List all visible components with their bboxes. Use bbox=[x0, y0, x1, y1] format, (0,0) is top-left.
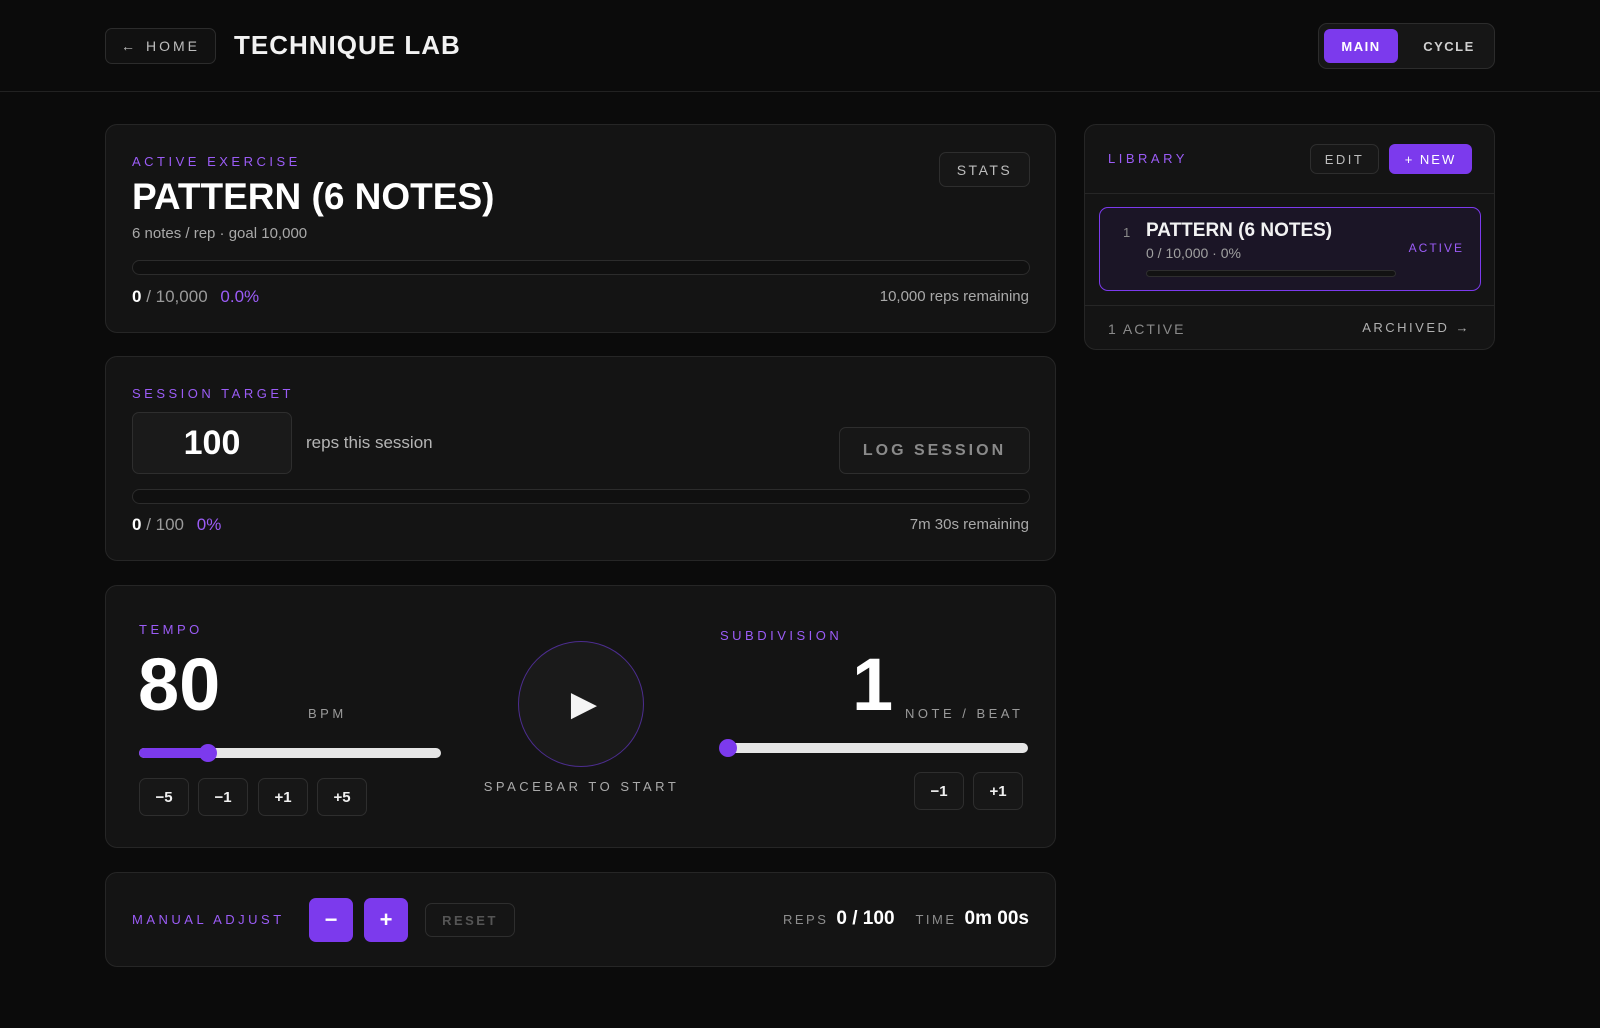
subdivision-slider[interactable] bbox=[719, 739, 1028, 757]
time-value: 0m 00s bbox=[964, 908, 1029, 929]
library-item-detail: 0 / 10,000 · 0% bbox=[1146, 245, 1241, 261]
time-label: TIME bbox=[915, 912, 957, 927]
metronome-card: TEMPO 80 BPM −5 −1 +1 +5 ▶ SPACEBAR TO S… bbox=[105, 585, 1056, 848]
session-target-input[interactable]: 100 bbox=[132, 412, 292, 474]
tempo-unit: BPM bbox=[308, 706, 347, 721]
session-remaining: 7m 30s remaining bbox=[909, 516, 1029, 533]
session-percent: 0% bbox=[196, 515, 222, 534]
library-item-name: PATTERN (6 NOTES) bbox=[1146, 220, 1333, 241]
tempo-minus-5-button[interactable]: −5 bbox=[139, 778, 189, 816]
log-session-button[interactable]: LOG SESSION bbox=[839, 427, 1030, 474]
stats-button[interactable]: STATS bbox=[939, 152, 1030, 187]
play-hint: SPACEBAR TO START bbox=[483, 779, 680, 794]
tempo-slider-fill bbox=[139, 748, 209, 758]
subdivision-minus-1-button[interactable]: −1 bbox=[914, 772, 964, 810]
exercise-remaining: 10,000 reps remaining bbox=[879, 288, 1029, 305]
active-exercise-label: ACTIVE EXERCISE bbox=[132, 154, 301, 169]
archived-link[interactable]: ARCHIVED → bbox=[1362, 320, 1471, 335]
library-edit-button[interactable]: EDIT bbox=[1310, 144, 1379, 174]
tempo-slider[interactable] bbox=[139, 744, 441, 762]
time-readout: TIME 0m 00s bbox=[915, 908, 1029, 930]
session-target-label: SESSION TARGET bbox=[132, 386, 294, 401]
library-label: LIBRARY bbox=[1108, 151, 1188, 166]
library-item-status-badge: ACTIVE bbox=[1408, 241, 1464, 255]
tempo-label: TEMPO bbox=[139, 622, 203, 637]
top-bar: ← HOME TECHNIQUE LAB MAIN CYCLE bbox=[0, 0, 1600, 92]
exercise-count-value: 0 bbox=[132, 287, 142, 306]
home-button[interactable]: ← HOME bbox=[105, 28, 216, 64]
mode-cycle-button[interactable]: CYCLE bbox=[1407, 29, 1491, 63]
play-button[interactable]: ▶ bbox=[518, 641, 644, 767]
library-divider-top bbox=[1085, 193, 1494, 194]
library-item-index: 1 bbox=[1123, 225, 1131, 240]
exercise-count: 0 / 10,000 0.0% bbox=[132, 287, 259, 307]
reset-button[interactable]: RESET bbox=[425, 903, 515, 937]
subdivision-value: 1 bbox=[852, 643, 894, 726]
subdivision-slider-handle[interactable] bbox=[719, 739, 737, 757]
tempo-plus-1-button[interactable]: +1 bbox=[258, 778, 308, 816]
library-divider-bottom bbox=[1085, 305, 1494, 306]
library-item[interactable]: 1 PATTERN (6 NOTES) 0 / 10,000 · 0% ACTI… bbox=[1099, 207, 1481, 291]
home-button-label: HOME bbox=[146, 38, 200, 54]
session-target-suffix: reps this session bbox=[306, 433, 433, 452]
tempo-slider-handle[interactable] bbox=[199, 744, 218, 762]
reps-label: REPS bbox=[783, 912, 829, 927]
manual-adjust-card: MANUAL ADJUST − + RESET REPS 0 / 100 TIM… bbox=[105, 872, 1056, 967]
active-exercise-card: ACTIVE EXERCISE STATS PATTERN (6 NOTES) … bbox=[105, 124, 1056, 333]
exercise-progress-bar bbox=[132, 260, 1030, 275]
library-item-progress-bar bbox=[1146, 270, 1396, 277]
session-progress-bar bbox=[132, 489, 1030, 504]
reps-readout: REPS 0 / 100 bbox=[783, 908, 895, 930]
page-title: TECHNIQUE LAB bbox=[234, 30, 461, 60]
subdivision-plus-1-button[interactable]: +1 bbox=[973, 772, 1023, 810]
subdivision-label: SUBDIVISION bbox=[720, 628, 843, 643]
session-count-goal: / 100 bbox=[146, 515, 185, 534]
exercise-name: PATTERN (6 NOTES) bbox=[132, 176, 495, 217]
mode-switch: MAIN CYCLE bbox=[1318, 23, 1495, 69]
reps-value: 0 / 100 bbox=[836, 908, 895, 929]
tempo-plus-5-button[interactable]: +5 bbox=[317, 778, 367, 816]
mode-main-button[interactable]: MAIN bbox=[1324, 29, 1398, 63]
tempo-value: 80 bbox=[138, 643, 221, 726]
session-target-card: SESSION TARGET 100 reps this session LOG… bbox=[105, 356, 1056, 561]
tempo-minus-1-button[interactable]: −1 bbox=[198, 778, 248, 816]
session-count: 0 / 100 0% bbox=[132, 515, 221, 535]
exercise-count-goal: / 10,000 bbox=[146, 287, 208, 306]
library-active-count: 1 ACTIVE bbox=[1108, 321, 1186, 337]
subdivision-unit: NOTE / BEAT bbox=[905, 706, 1024, 721]
manual-plus-button[interactable]: + bbox=[364, 898, 408, 942]
manual-minus-button[interactable]: − bbox=[309, 898, 353, 942]
library-panel: LIBRARY EDIT + NEW 1 PATTERN (6 NOTES) 0… bbox=[1084, 124, 1495, 350]
session-count-value: 0 bbox=[132, 515, 142, 534]
manual-adjust-label: MANUAL ADJUST bbox=[132, 912, 285, 927]
arrow-left-icon: ← bbox=[121, 38, 138, 54]
play-icon: ▶ bbox=[570, 685, 598, 723]
exercise-subtitle: 6 notes / rep · goal 10,000 bbox=[132, 225, 308, 242]
exercise-percent: 0.0% bbox=[220, 287, 260, 306]
library-new-button[interactable]: + NEW bbox=[1389, 144, 1472, 174]
